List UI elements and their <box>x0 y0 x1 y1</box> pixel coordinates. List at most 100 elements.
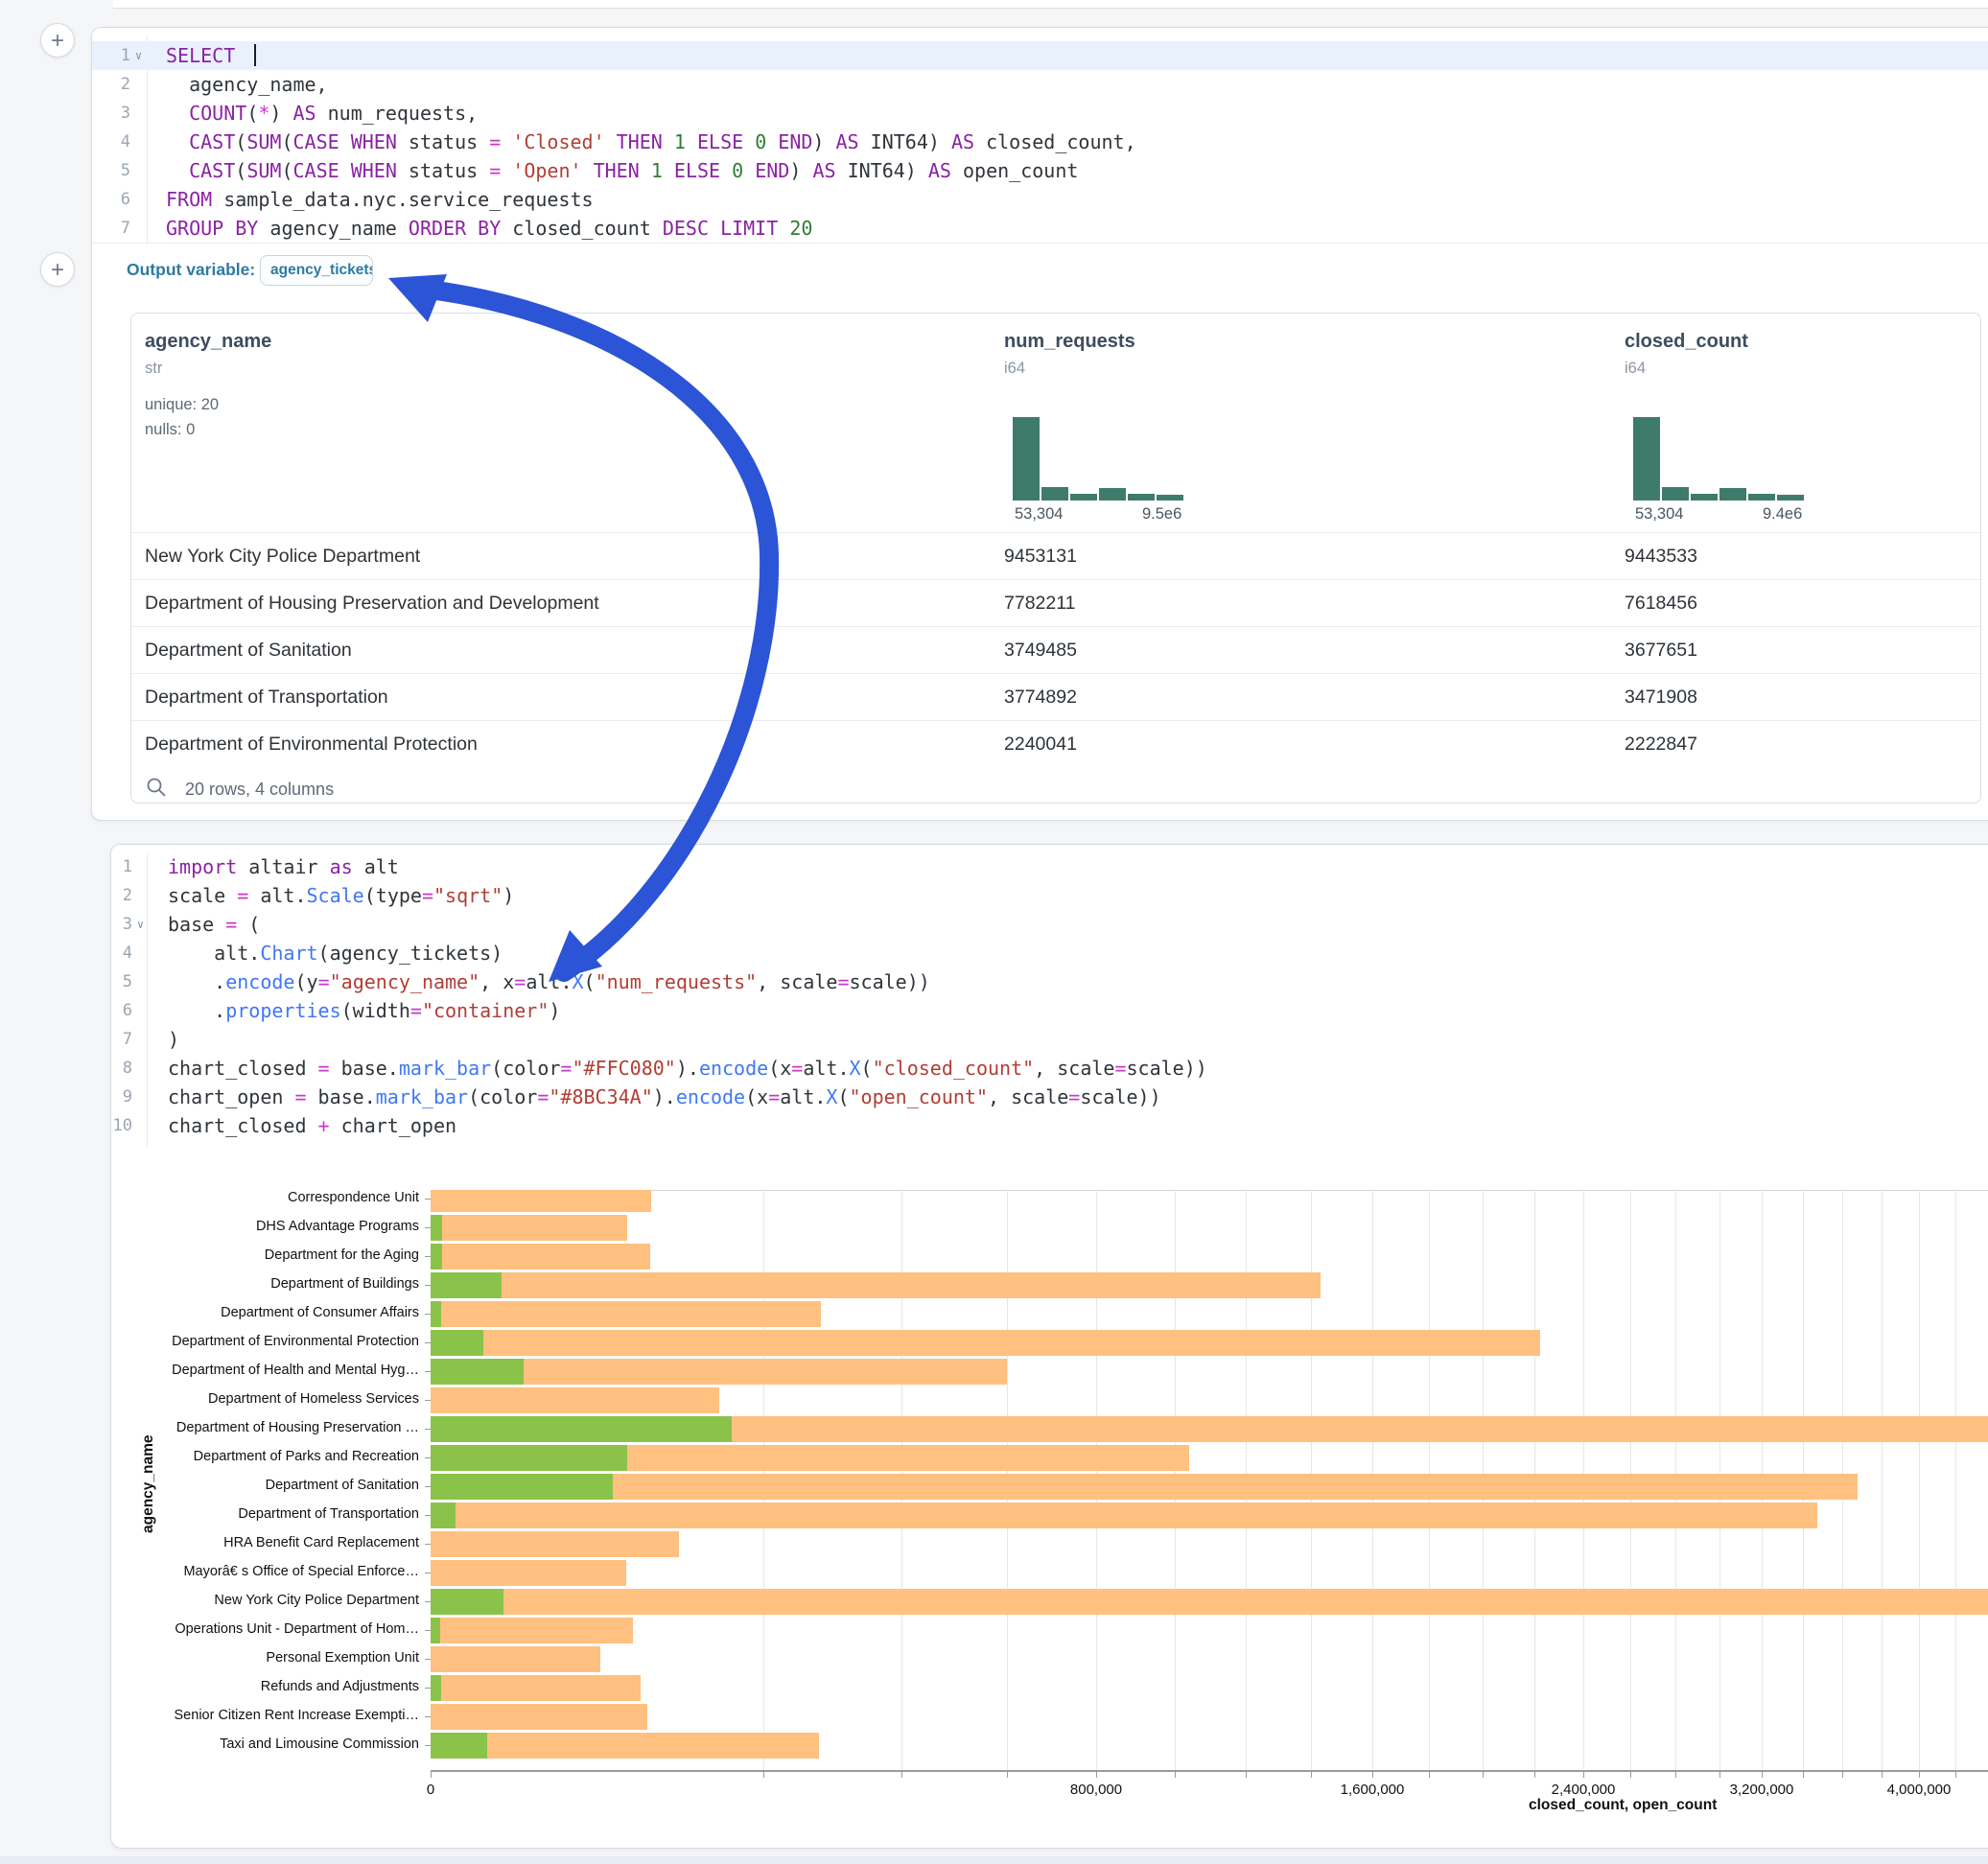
code-token: = <box>837 970 849 993</box>
y-axis-label: Department of Parks and Recreation <box>194 1449 419 1464</box>
code-token: import <box>168 855 237 878</box>
search-icon[interactable] <box>145 776 168 799</box>
x-axis-tick-label: 1,600,000 <box>1341 1782 1405 1798</box>
code-line[interactable]: 6FROM sample_data.nyc.service_requests <box>92 185 1988 214</box>
code-line[interactable]: 3 COUNT(*) AS num_requests, <box>92 99 1988 128</box>
code-token: CAST <box>189 130 235 153</box>
code-line[interactable]: 9chart_open = base.mark_bar(color="#8BC3… <box>111 1083 1988 1111</box>
table-row[interactable]: Department of Environmental Protection22… <box>131 720 1980 767</box>
fold-chevron-icon[interactable]: ∨ <box>132 910 149 939</box>
code-line[interactable]: 7) <box>111 1025 1988 1054</box>
table-cell: Department of Sanitation <box>145 640 352 662</box>
column-histogram <box>1013 417 1187 501</box>
code-line[interactable]: 4 alt.Chart(agency_tickets) <box>111 939 1988 967</box>
code-token: "num_requests" <box>596 970 758 993</box>
code-text: agency_name, <box>147 70 328 99</box>
x-axis-tick-label: 3,200,000 <box>1730 1782 1794 1798</box>
code-token: = <box>318 970 330 993</box>
table-row[interactable]: Department of Sanitation37494853677651 <box>131 626 1980 673</box>
output-variable-pill[interactable]: agency_tickets <box>260 255 373 286</box>
bar-closed <box>431 1474 1858 1500</box>
y-axis-label: Senior Citizen Rent Increase Exempti… <box>175 1708 419 1723</box>
fold-spacer <box>132 1083 149 1111</box>
x-axis-tick <box>1007 1772 1008 1778</box>
bar-closed <box>431 1589 1988 1615</box>
x-axis-title: closed_count, open_count <box>1529 1797 1717 1814</box>
bar-open <box>431 1733 487 1759</box>
code-token: DESC <box>663 217 709 240</box>
table-row[interactable]: New York City Police Department945313194… <box>131 532 1980 579</box>
x-axis-tick <box>1246 1772 1247 1778</box>
code-token: X <box>826 1085 837 1108</box>
code-token: agency_name <box>258 217 409 240</box>
code-token: = <box>489 159 501 182</box>
code-token: 20 <box>789 217 812 240</box>
column-header: num_requests <box>1004 331 1135 353</box>
code-line[interactable]: 10chart_closed + chart_open <box>111 1111 1988 1140</box>
bar-closed <box>431 1503 1817 1528</box>
code-line[interactable]: 3∨base = ( <box>111 910 1988 939</box>
bar-open <box>431 1474 613 1500</box>
y-axis-label: Department of Buildings <box>270 1276 419 1292</box>
code-line[interactable]: 7GROUP BY agency_name ORDER BY closed_co… <box>92 214 1988 243</box>
histogram-bar <box>1157 495 1183 501</box>
x-axis-tick <box>763 1772 764 1778</box>
code-token: (y <box>294 970 317 993</box>
code-line[interactable]: 6 .properties(width="container") <box>111 996 1988 1025</box>
x-axis-tick <box>1719 1772 1720 1778</box>
histogram-bar <box>1128 494 1155 501</box>
code-token: = <box>225 913 237 936</box>
x-axis-tick <box>1483 1772 1484 1778</box>
x-axis-tick <box>1803 1772 1804 1778</box>
python-code-editor[interactable]: 1import altair as alt2scale = alt.Scale(… <box>111 852 1988 1140</box>
code-token: = <box>514 970 526 993</box>
code-token: base <box>168 913 225 936</box>
code-line[interactable]: 5 CAST(SUM(CASE WHEN status = 'Open' THE… <box>92 156 1988 185</box>
code-token: mark_bar <box>399 1057 491 1080</box>
code-token: ) <box>549 999 560 1022</box>
code-token <box>223 217 235 240</box>
code-line[interactable]: 1import altair as alt <box>111 852 1988 881</box>
sql-code-editor[interactable]: 1∨SELECT 2 agency_name,3 COUNT(*) AS num… <box>92 41 1988 243</box>
code-line[interactable]: 4 CAST(SUM(CASE WHEN status = 'Closed' T… <box>92 128 1988 156</box>
code-token: END <box>778 130 812 153</box>
code-text: SELECT <box>147 41 256 70</box>
y-axis-label: Department of Sanitation <box>266 1478 419 1493</box>
y-axis-label: Department of Health and Mental Hyg… <box>172 1363 419 1378</box>
code-line[interactable]: 2scale = alt.Scale(type="sqrt") <box>111 881 1988 910</box>
table-cell: 3774892 <box>1004 687 1077 709</box>
column-type: i64 <box>1004 360 1025 378</box>
code-token: AS <box>951 130 974 153</box>
add-cell-button-output[interactable]: + <box>40 252 75 287</box>
code-token: . <box>168 970 225 993</box>
code-line[interactable]: 5 .encode(y="agency_name", x=alt.X("num_… <box>111 967 1988 996</box>
code-line[interactable]: 8chart_closed = base.mark_bar(color="#FF… <box>111 1054 1988 1083</box>
table-row[interactable]: Department of Transportation377489234719… <box>131 673 1980 720</box>
code-token: CASE <box>292 130 339 153</box>
code-token: = <box>768 1085 780 1108</box>
code-token: ( <box>281 159 292 182</box>
code-line[interactable]: 1∨SELECT <box>92 41 1988 70</box>
y-axis-label: Taxi and Limousine Commission <box>220 1736 419 1752</box>
code-token: as <box>330 855 353 878</box>
code-token: ) <box>168 1028 179 1051</box>
add-cell-button-top[interactable]: + <box>40 23 75 58</box>
code-text: scale = alt.Scale(type="sqrt") <box>149 881 514 910</box>
code-token: chart_closed <box>168 1114 318 1137</box>
fold-chevron-icon[interactable]: ∨ <box>130 41 147 70</box>
bar-closed <box>431 1560 626 1586</box>
code-token: alt. <box>780 1085 826 1108</box>
output-variable-label: Output variable: <box>127 260 255 280</box>
code-token <box>501 130 512 153</box>
code-token: Scale <box>307 884 364 907</box>
code-line[interactable]: 2 agency_name, <box>92 70 1988 99</box>
code-token: (color <box>491 1057 560 1080</box>
code-token <box>686 130 697 153</box>
y-axis-label: Department of Homeless Services <box>208 1391 419 1407</box>
code-token: ( <box>237 913 260 936</box>
python-cell-card: 1import altair as alt2scale = alt.Scale(… <box>110 844 1988 1849</box>
histogram-bar <box>1013 417 1040 501</box>
table-row[interactable]: Department of Housing Preservation and D… <box>131 579 1980 626</box>
x-axis-tick <box>1583 1772 1584 1778</box>
histogram-bar <box>1070 494 1097 501</box>
